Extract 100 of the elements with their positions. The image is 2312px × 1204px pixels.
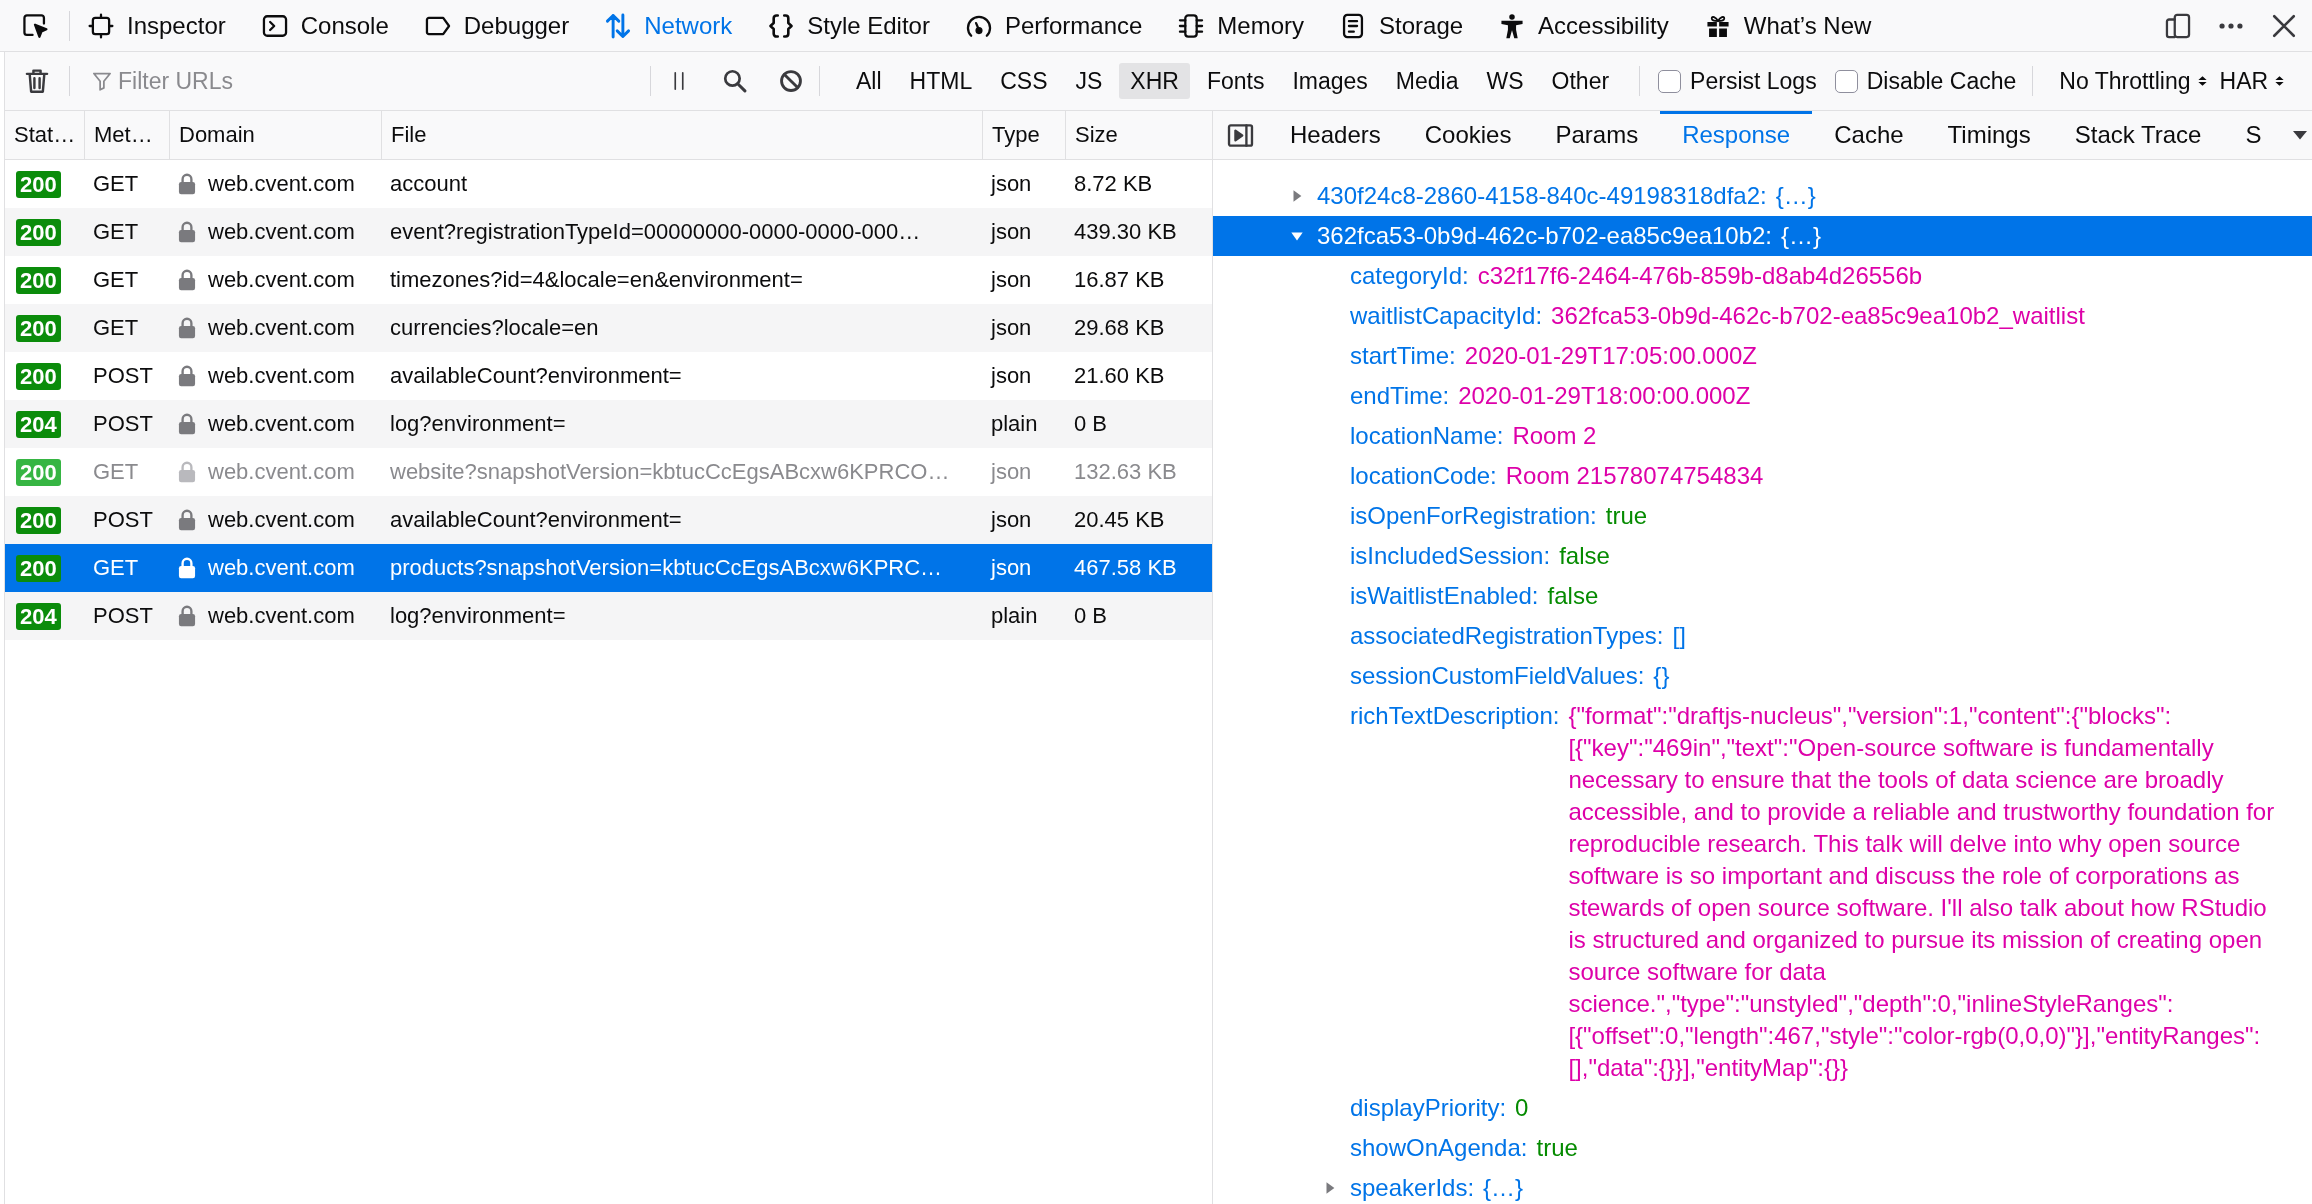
- filter-button[interactable]: JS: [1064, 63, 1114, 99]
- filter-button[interactable]: Images: [1281, 63, 1379, 99]
- column-header[interactable]: Type: [982, 111, 1065, 159]
- block-icon[interactable]: [779, 69, 803, 93]
- checkbox[interactable]: [1658, 69, 1682, 93]
- request-row[interactable]: 200 POST web.cvent.com availableCount?environment= json 21.60 KB: [5, 352, 1212, 400]
- property-value: {"format":"draftjs-nucleus","version":1,"content":{"blocks":[{"key":"469in","text":"Open-source software is fundamentally necessary to ensure that the tools of data science are broadly accessible, and to provide a reliable and trustworthy foundation for reproducible research. This talk will delve into why open source software is so important and discuss the role of corporations as stewards of open source software. I'll also talk about how RStudio is structured and organized to pursue its mission of creating open source software for data science.","type":"unstyled","depth":0,"inlineStyleRanges":[{"offset":0,"length":467,"style":"color-rgb(0,0,0)"}],"entityRanges":[],"data":{}}],"entityMap":{}}: [1568, 701, 2276, 1083]
- property-name: speakerIds:: [1350, 1173, 1475, 1203]
- request-row[interactable]: 200 POST web.cvent.com availableCount?environment= json 20.45 KB: [5, 496, 1212, 544]
- column-header[interactable]: Met…: [84, 111, 169, 159]
- filter-button[interactable]: Other: [1540, 63, 1621, 99]
- table-cell: web.cvent.com: [208, 267, 355, 293]
- up-down-caret-icon: [2274, 73, 2286, 89]
- checkbox[interactable]: [1834, 69, 1858, 93]
- devtools-tab[interactable]: Style Editor: [750, 0, 948, 51]
- filter-button[interactable]: All: [845, 63, 893, 99]
- dropdown-button[interactable]: No Throttling: [2053, 67, 2214, 95]
- table-cell-text: json: [989, 555, 1033, 581]
- close-icon[interactable]: [2271, 12, 2297, 39]
- property-value: 362fca53-0b9d-462c-b702-ea85c9ea10b2_waitlist: [1551, 301, 2085, 331]
- table-cell: web.cvent.com: [208, 555, 355, 581]
- table-cell-text: json: [989, 363, 1033, 389]
- search-icon[interactable]: [723, 69, 747, 93]
- dropdown-button[interactable]: HAR: [2213, 67, 2292, 95]
- filter-button[interactable]: XHR: [1119, 63, 1190, 99]
- filter-button[interactable]: Media: [1384, 63, 1470, 99]
- panel-tab[interactable]: Response: [1660, 111, 1813, 159]
- split-screen-icon[interactable]: [2165, 12, 2191, 39]
- devtools-tab[interactable]: Performance: [947, 0, 1161, 51]
- devtools-tab[interactable]: Console: [243, 0, 407, 51]
- table-cell-text: json: [989, 219, 1033, 245]
- devtools-tab[interactable]: Network: [587, 0, 751, 51]
- devtools-tab[interactable]: Inspector: [70, 0, 244, 51]
- status-badge: 200: [16, 314, 61, 342]
- property-value: Room 21578074754834: [1505, 461, 1764, 491]
- filter-button[interactable]: Fonts: [1195, 63, 1276, 99]
- lock-icon: [178, 557, 196, 579]
- request-row[interactable]: 200 GET web.cvent.com timezones?id=4&locale=en&environment= json 16.87 KB: [5, 256, 1212, 304]
- request-row[interactable]: 200 GET web.cvent.com event?registrationTypeId=00000000-0000-0000-000… json 439.30 KB: [5, 208, 1212, 256]
- property-value: {…}: [1775, 181, 1816, 211]
- up-down-caret-icon: [2196, 73, 2208, 89]
- filter-button[interactable]: HTML: [898, 63, 984, 99]
- property-value: 2020-01-29T17:05:00.000Z: [1464, 341, 1757, 371]
- panel-tab[interactable]: Timings: [1925, 111, 2053, 159]
- request-row[interactable]: 204 POST web.cvent.com log?environment= plain 0 B: [5, 592, 1212, 640]
- tree-row[interactable]: showOnAgenda: true: [1213, 1128, 2312, 1168]
- tree-row[interactable]: startTime: 2020-01-29T17:05:00.000Z: [1213, 336, 2312, 376]
- panel-tab[interactable]: Stack Trace: [2052, 111, 2224, 159]
- tree-row[interactable]: speakerIds: {…}: [1213, 1168, 2312, 1204]
- table-cell-text: GET: [92, 267, 140, 293]
- tree-row[interactable]: locationCode: Room 21578074754834: [1213, 456, 2312, 496]
- filter-button[interactable]: CSS: [989, 63, 1059, 99]
- devtools-tab[interactable]: Accessibility: [1481, 0, 1687, 51]
- element-picker-icon[interactable]: [21, 12, 48, 39]
- table-cell-text: 8.72 KB: [1073, 171, 1154, 197]
- request-row[interactable]: 200 GET web.cvent.com account json 8.72 KB: [5, 160, 1212, 208]
- tree-row[interactable]: isWaitlistEnabled: false: [1213, 576, 2312, 616]
- panel-tab[interactable]: S: [2223, 111, 2262, 159]
- status-badge: 200: [16, 554, 61, 582]
- devtools-tab[interactable]: Storage: [1322, 0, 1482, 51]
- tree-row[interactable]: waitlistCapacityId: 362fca53-0b9d-462c-b702-ea85c9ea10b2_waitlist: [1213, 296, 2312, 336]
- property-value: 0: [1515, 1093, 1529, 1123]
- panel-tab[interactable]: Params: [1533, 111, 1661, 159]
- tree-row[interactable]: 430f24c8-2860-4158-840c-49198318dfa2: {…}: [1213, 176, 2312, 216]
- tree-row[interactable]: isOpenForRegistration: true: [1213, 496, 2312, 536]
- request-row[interactable]: 200 GET web.cvent.com products?snapshotVersion=kbtucCcEgsABcxw6KPRC… json 467.58 KB: [5, 544, 1212, 592]
- column-header[interactable]: Domain: [169, 111, 381, 159]
- request-row[interactable]: 204 POST web.cvent.com log?environment= plain 0 B: [5, 400, 1212, 448]
- tree-row[interactable]: associatedRegistrationTypes: []: [1213, 616, 2312, 656]
- trash-icon[interactable]: [24, 68, 50, 94]
- table-cell-text: log?environment=: [389, 411, 567, 437]
- property-value: true: [1536, 1133, 1578, 1163]
- panel-tab[interactable]: Cache: [1812, 111, 1926, 159]
- tree-row[interactable]: endTime: 2020-01-29T18:00:00.000Z: [1213, 376, 2312, 416]
- property-value: 2020-01-29T18:00:00.000Z: [1458, 381, 1751, 411]
- checkbox-label[interactable]: Disable Cache: [1866, 67, 2017, 95]
- tree-row[interactable]: displayPriority: 0: [1213, 1088, 2312, 1128]
- column-header[interactable]: Stat…: [5, 111, 84, 159]
- tree-row[interactable]: isIncludedSession: false: [1213, 536, 2312, 576]
- sidebar-toggle-icon[interactable]: [1227, 121, 1254, 149]
- panel-tab[interactable]: Headers: [1268, 111, 1403, 159]
- property-value: false: [1547, 581, 1599, 611]
- filter-field[interactable]: Filter URLs: [118, 61, 650, 101]
- panel-tab[interactable]: Cookies: [1402, 111, 1534, 159]
- table-cell-text: plain: [990, 411, 1039, 437]
- request-row[interactable]: 200 GET web.cvent.com currencies?locale=en json 29.68 KB: [5, 304, 1212, 352]
- devtools-tab[interactable]: Memory: [1160, 0, 1322, 51]
- column-header[interactable]: File: [381, 111, 982, 159]
- tree-row[interactable]: sessionCustomFieldValues: {}: [1213, 656, 2312, 696]
- lock-icon: [178, 509, 196, 531]
- column-header[interactable]: Size: [1065, 111, 1212, 159]
- tree-row[interactable]: categoryId: c32f17f6-2464-476b-859b-d8ab4d26556b: [1213, 256, 2312, 296]
- tree-row[interactable]: locationName: Room 2: [1213, 416, 2312, 456]
- devtools-tab[interactable]: Debugger: [406, 0, 588, 51]
- table-cell-text: json: [989, 171, 1033, 197]
- tree-row[interactable]: 362fca53-0b9d-462c-b702-ea85c9ea10b2: {…}: [1213, 216, 2312, 256]
- devtools-tab[interactable]: What’s New: [1686, 0, 1890, 51]
- filter-button[interactable]: WS: [1475, 63, 1535, 99]
- checkbox-label[interactable]: Persist Logs: [1690, 67, 1817, 95]
- table-cell: web.cvent.com: [208, 363, 355, 389]
